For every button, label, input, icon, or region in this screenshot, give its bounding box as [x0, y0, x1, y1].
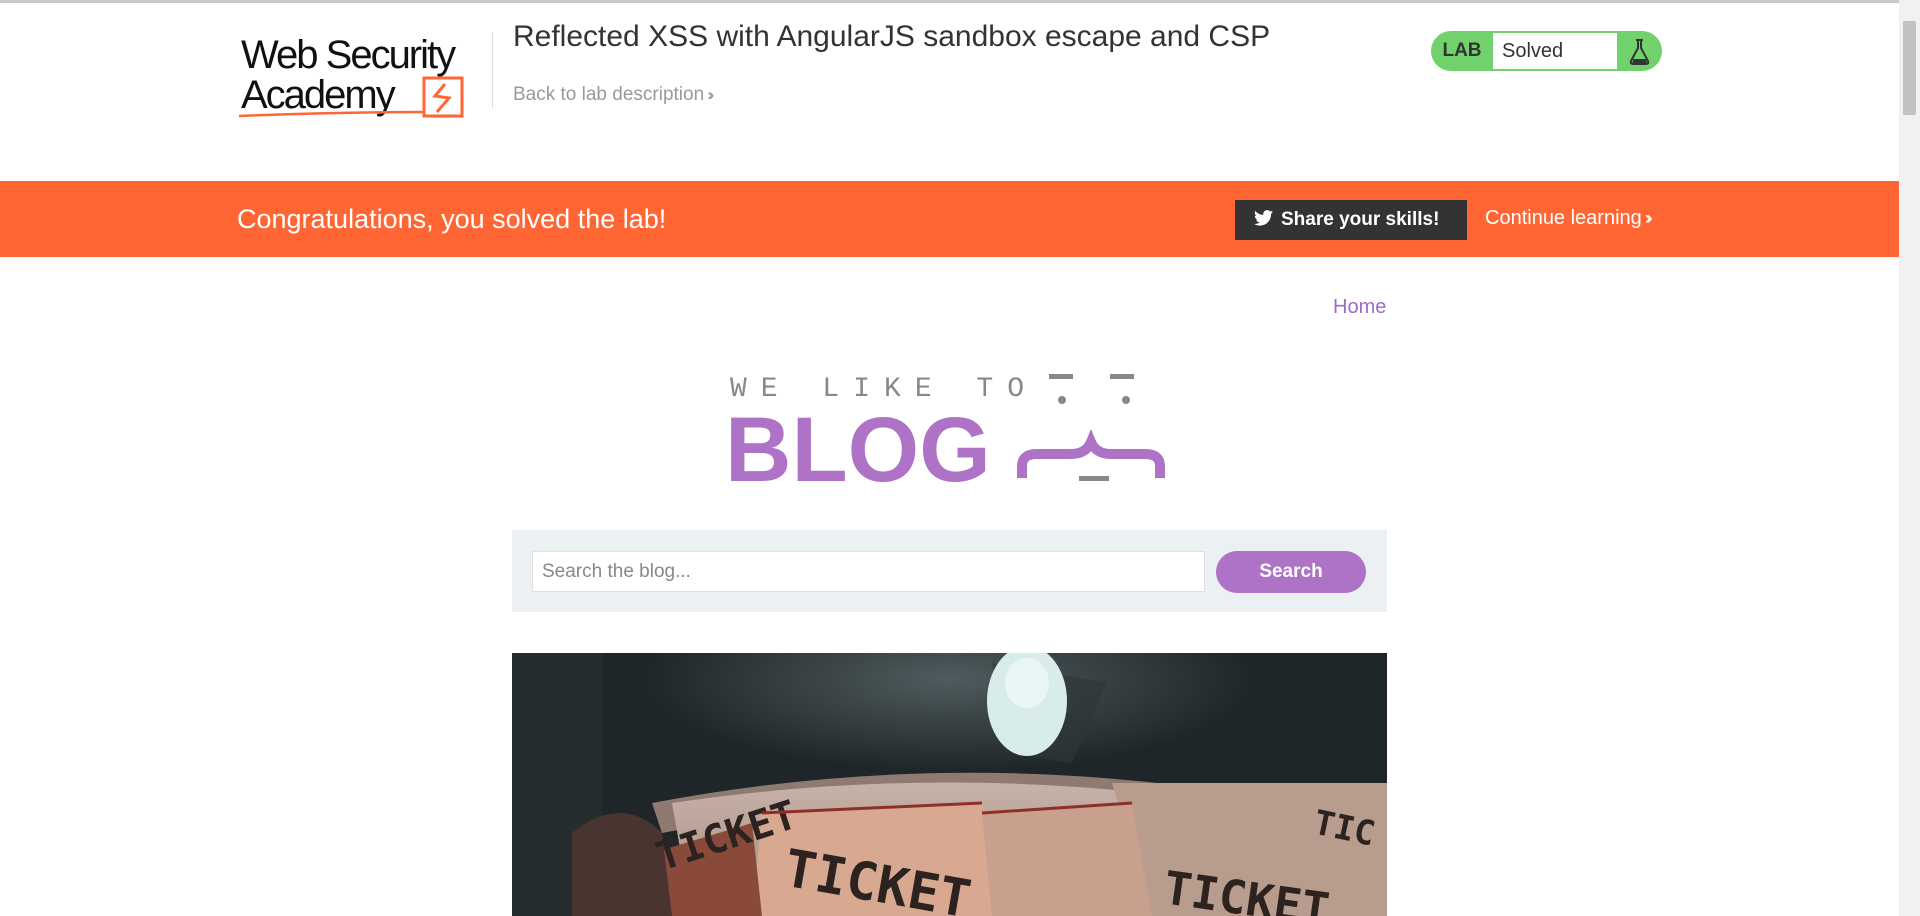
blog-post-image[interactable]: TICKET TICKET TICKET TIC	[512, 653, 1387, 916]
back-to-lab-description-link[interactable]: Back to lab description ››	[513, 84, 715, 106]
double-chevron-right-icon: ››	[707, 85, 715, 104]
lab-status-value: Solved	[1493, 33, 1617, 69]
blog-name: BLOG	[725, 399, 991, 486]
tickets-photo-icon: TICKET TICKET TICKET TIC	[512, 653, 1387, 916]
web-security-academy-logo[interactable]: Web Security Academy	[237, 28, 490, 120]
scrollbar-thumb[interactable]	[1903, 21, 1916, 115]
nav-home-link[interactable]: Home	[1333, 296, 1386, 319]
twitter-icon	[1254, 210, 1273, 227]
continue-learning-link[interactable]: Continue learning ››	[1485, 207, 1653, 230]
blog-search-panel: Search	[512, 530, 1387, 612]
double-chevron-right-icon: ››	[1644, 208, 1653, 228]
we-like-to-blog-logo: WE LIKE TO BLOG	[725, 374, 1165, 486]
share-skills-label: Share your skills!	[1281, 209, 1440, 230]
lab-status-widget: LAB Solved	[1431, 31, 1662, 71]
blog-face-icon	[1017, 374, 1165, 481]
back-link-label: Back to lab description	[513, 84, 705, 105]
search-input[interactable]	[532, 551, 1205, 592]
lab-tag: LAB	[1442, 40, 1482, 61]
share-skills-button[interactable]: Share your skills!	[1235, 200, 1467, 240]
header-divider	[492, 32, 493, 108]
page-scrollbar[interactable]	[1899, 0, 1920, 916]
logo-line2: Academy	[241, 73, 396, 117]
lightning-icon	[432, 83, 452, 113]
logo-line1: Web Security	[241, 33, 456, 77]
flask-icon	[1617, 31, 1662, 71]
continue-learning-label: Continue learning	[1485, 207, 1642, 229]
window-top-border	[0, 0, 1920, 3]
lab-solved-banner: Congratulations, you solved the lab! Sha…	[0, 181, 1899, 257]
search-button[interactable]: Search	[1216, 551, 1366, 593]
lab-title: Reflected XSS with AngularJS sandbox esc…	[513, 20, 1271, 53]
banner-message: Congratulations, you solved the lab!	[237, 204, 667, 234]
